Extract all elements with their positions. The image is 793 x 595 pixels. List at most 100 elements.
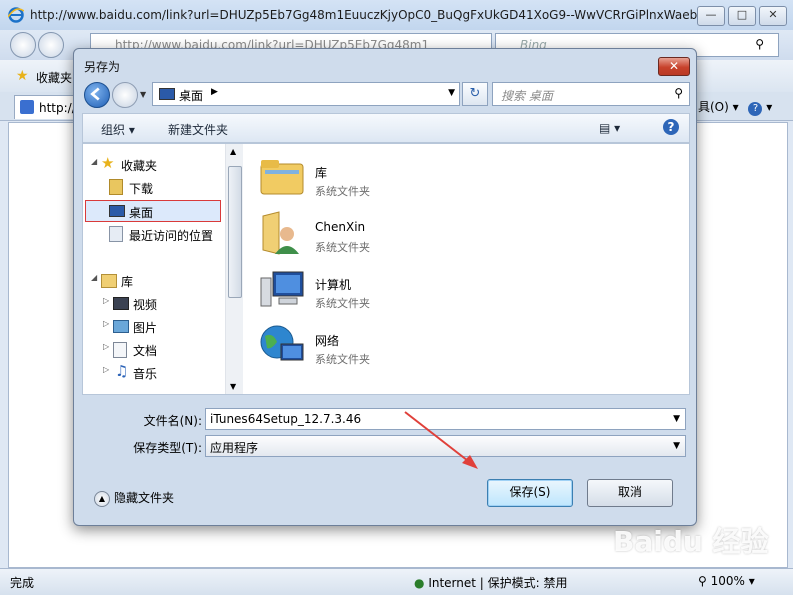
- save-button[interactable]: 保存(S): [487, 479, 573, 507]
- documents-icon: [113, 342, 127, 358]
- breadcrumb-chevron-icon[interactable]: ▶: [211, 87, 218, 97]
- help-icon[interactable]: ?: [748, 102, 763, 116]
- collapse-arrow-icon[interactable]: ◢: [91, 157, 97, 166]
- recent-locations-dropdown[interactable]: ▼: [140, 90, 146, 99]
- user-folder-icon: [262, 211, 299, 255]
- pictures-icon: [113, 320, 129, 333]
- browser-forward-button[interactable]: [38, 32, 64, 58]
- item-name: 网络: [315, 334, 340, 348]
- tab-label: http://: [39, 101, 76, 115]
- scrollbar-thumb[interactable]: [228, 166, 242, 298]
- dialog-close-button[interactable]: ✕: [658, 57, 690, 76]
- cancel-button[interactable]: 取消: [587, 479, 673, 507]
- view-options-button[interactable]: ▤ ▾: [599, 121, 620, 135]
- scroll-up-icon[interactable]: ▲: [230, 147, 236, 156]
- music-icon: ♫: [115, 362, 129, 380]
- expand-arrow-icon[interactable]: ▷: [103, 296, 109, 305]
- library-icon: [101, 274, 117, 288]
- baidu-watermark: Baidu 经验: [613, 525, 769, 558]
- zone-text: Internet | 保护模式: 禁用: [428, 576, 568, 590]
- filetype-value: 应用程序: [210, 441, 259, 455]
- tree-recent-label: 最近访问的位置: [129, 229, 214, 243]
- arrow-left-icon: [90, 87, 100, 101]
- search-icon: ⚲: [755, 37, 764, 51]
- minimize-button[interactable]: —: [697, 6, 725, 26]
- tree-videos-label: 视频: [133, 298, 158, 312]
- star-icon: ★: [101, 154, 115, 172]
- list-item[interactable]: 网络 系统文件夹: [259, 322, 559, 372]
- tree-favorites-label: 收藏夹: [121, 159, 158, 173]
- list-item[interactable]: 计算机 系统文件夹: [259, 266, 559, 316]
- dialog-back-button[interactable]: [84, 82, 110, 108]
- library-folder-icon: [260, 160, 304, 195]
- save-as-dialog: 另存为 ✕ ▼ 桌面 ▶ ▼ ↻ 搜索 桌面 ⚲ 组织 ▾ 新建文件夹 ▤ ▾ …: [73, 48, 697, 526]
- ie-logo-icon: [8, 7, 24, 23]
- breadcrumb-dropdown-icon[interactable]: ▼: [448, 88, 455, 98]
- desktop-icon: [109, 205, 125, 217]
- browser-tab[interactable]: http://: [14, 95, 78, 119]
- tree-music-label: 音乐: [133, 367, 158, 381]
- downloads-icon: [109, 179, 123, 195]
- organize-button[interactable]: 组织 ▾: [101, 121, 135, 138]
- item-type: 系统文件夹: [315, 241, 370, 254]
- tools-menu[interactable]: 具(O) ▾ ? ▾: [698, 98, 772, 116]
- browser-title-bar: http://www.baidu.com/link?url=DHUZp5Eb7G…: [0, 0, 793, 30]
- navigation-pane: ◢ ★ 收藏夹 下载 桌面 最近访问的位置 ◢ 库 ▷ 视频 ▷ 图片 ▷ 文档…: [83, 144, 245, 394]
- list-item[interactable]: ChenXin 系统文件夹: [259, 210, 559, 260]
- file-browser: ◢ ★ 收藏夹 下载 桌面 最近访问的位置 ◢ 库 ▷ 视频 ▷ 图片 ▷ 文档…: [82, 143, 690, 395]
- desktop-icon: [159, 88, 175, 100]
- breadcrumb[interactable]: 桌面 ▶ ▼: [152, 82, 460, 106]
- dialog-toolbar: 组织 ▾ 新建文件夹 ▤ ▾ ?: [82, 113, 690, 143]
- organize-label: 组织: [101, 123, 126, 137]
- tree-pictures-label: 图片: [133, 321, 158, 335]
- status-bar: 完成 ● Internet | 保护模式: 禁用 ⚲ 100% ▾: [0, 568, 793, 595]
- tree-downloads-label: 下载: [129, 182, 154, 196]
- filetype-label: 保存类型(T):: [133, 441, 202, 455]
- list-item[interactable]: 库 系统文件夹: [259, 154, 559, 204]
- breadcrumb-label: 桌面: [179, 89, 204, 103]
- dialog-nav-bar: ▼ 桌面 ▶ ▼ ↻ 搜索 桌面 ⚲: [82, 80, 690, 108]
- collapse-arrow-icon[interactable]: ◢: [91, 273, 97, 282]
- tools-label: 具(O): [698, 100, 729, 114]
- zoom-control[interactable]: ⚲ 100% ▾: [698, 574, 755, 588]
- tree-desktop-label: 桌面: [129, 206, 154, 220]
- help-icon[interactable]: ?: [663, 119, 679, 135]
- status-text: 完成: [10, 576, 35, 590]
- browser-back-button[interactable]: [10, 32, 36, 58]
- close-window-button[interactable]: ✕: [759, 6, 787, 26]
- filename-input[interactable]: iTunes64Setup_12.7.3.46 ▼: [205, 408, 686, 430]
- chevron-down-icon[interactable]: ▼: [673, 414, 680, 424]
- filename-value: iTunes64Setup_12.7.3.46: [210, 412, 362, 426]
- star-icon: ★: [16, 68, 29, 84]
- scroll-down-icon[interactable]: ▼: [230, 382, 236, 391]
- search-icon: ⚲: [674, 86, 683, 100]
- expand-arrow-icon[interactable]: ▷: [103, 319, 109, 328]
- item-type: 系统文件夹: [315, 297, 370, 310]
- maximize-button[interactable]: □: [728, 6, 756, 26]
- dialog-forward-button[interactable]: [112, 82, 138, 108]
- recent-places-icon: [109, 226, 123, 242]
- hide-folders-button[interactable]: ▲ 隐藏文件夹: [94, 489, 174, 507]
- filetype-select[interactable]: 应用程序 ▼: [205, 435, 686, 457]
- item-type: 系统文件夹: [315, 185, 370, 198]
- chevron-down-icon[interactable]: ▼: [673, 441, 680, 451]
- item-name: ChenXin: [315, 220, 366, 234]
- filename-label: 文件名(N):: [143, 414, 202, 428]
- dialog-title: 另存为: [84, 60, 121, 74]
- network-icon: [260, 325, 304, 361]
- dialog-search-input[interactable]: 搜索 桌面 ⚲: [492, 82, 690, 106]
- nav-scrollbar[interactable]: ▲ ▼: [225, 144, 243, 394]
- expand-arrow-icon[interactable]: ▷: [103, 342, 109, 351]
- computer-icon: [260, 271, 304, 307]
- item-name: 计算机: [315, 278, 352, 292]
- expand-arrow-icon[interactable]: ▷: [103, 365, 109, 374]
- refresh-button[interactable]: ↻: [462, 82, 488, 106]
- tree-libraries-label: 库: [121, 275, 134, 289]
- dialog-search-placeholder: 搜索 桌面: [501, 89, 553, 103]
- favorites-button[interactable]: 收藏夹: [36, 69, 72, 86]
- new-folder-button[interactable]: 新建文件夹: [168, 121, 228, 138]
- item-name: 库: [315, 166, 328, 180]
- globe-icon: ●: [414, 576, 425, 590]
- tab-favicon-icon: [20, 100, 34, 114]
- hide-folders-label: 隐藏文件夹: [114, 491, 175, 505]
